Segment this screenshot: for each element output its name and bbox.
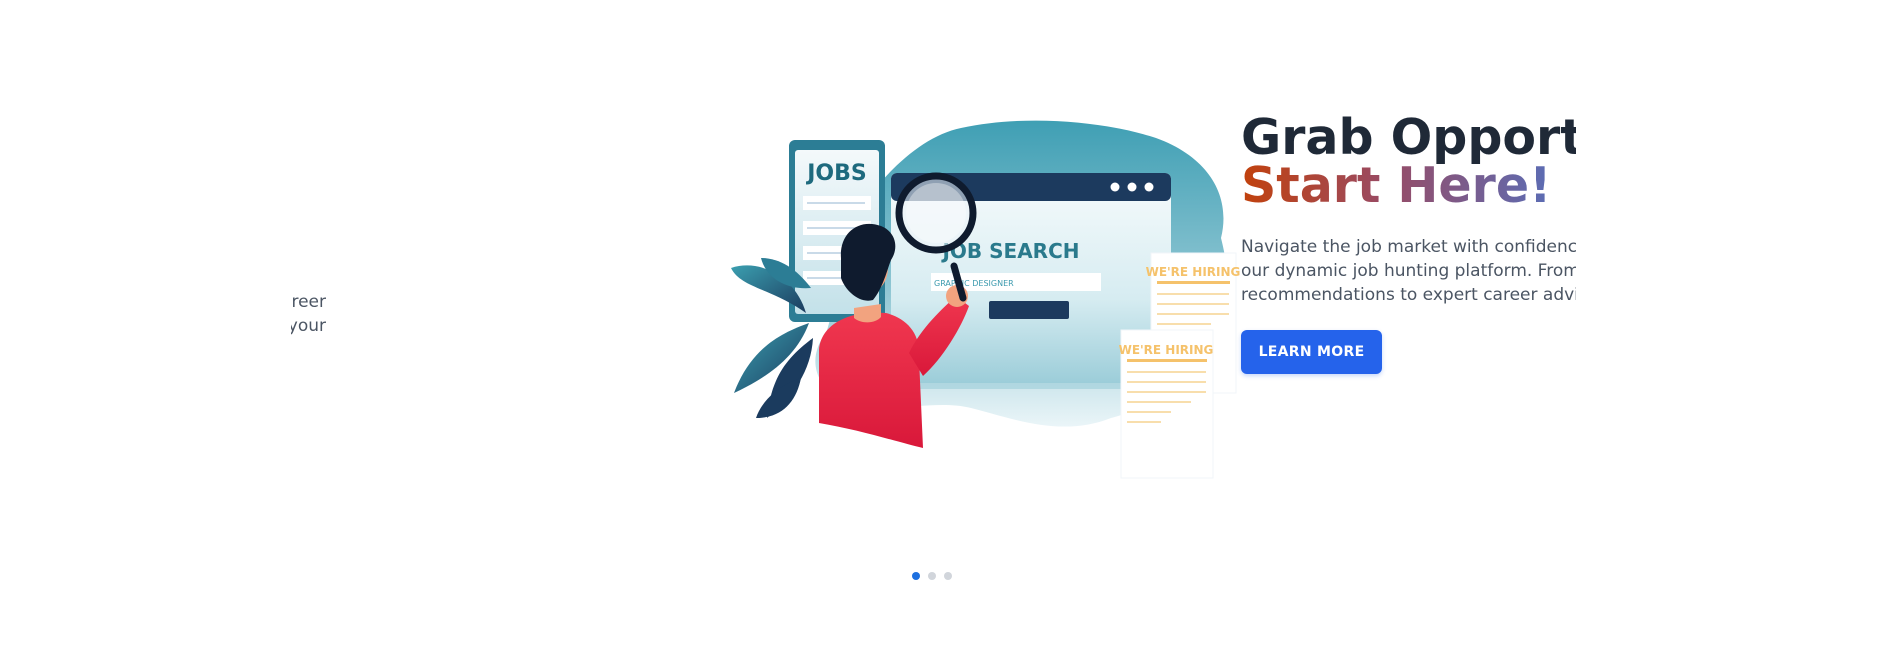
slider-viewport: m our perfect career latform. Start your xyxy=(291,0,1576,656)
hero-description-line: recommendations to expert career advic xyxy=(1241,285,1576,305)
hero-slider: m our perfect career latform. Start your xyxy=(0,0,1882,656)
previous-slide-description-line: latform. Start your xyxy=(291,316,326,336)
pagination-dot-1[interactable] xyxy=(912,572,920,580)
hero-description-line: Navigate the job market with confidence … xyxy=(1241,237,1576,257)
hero-description-line: our dynamic job hunting platform. From p xyxy=(1241,261,1576,281)
previous-slide: m our perfect career latform. Start your xyxy=(291,0,371,656)
svg-text:JOBS: JOBS xyxy=(805,161,867,186)
plant-icon xyxy=(731,258,813,418)
slider-pagination xyxy=(912,572,952,580)
svg-text:WE'RE HIRING: WE'RE HIRING xyxy=(1146,265,1241,279)
current-slide: Grab Opportu Start Here! Navigate the jo… xyxy=(1241,0,1576,656)
svg-text:WE'RE HIRING: WE'RE HIRING xyxy=(1119,343,1214,357)
previous-slide-description: our perfect career latform. Start your xyxy=(291,290,326,338)
hero-description: Navigate the job market with confidence … xyxy=(1241,235,1576,307)
previous-slide-description-line: our perfect career xyxy=(291,292,326,312)
pagination-dot-2[interactable] xyxy=(928,572,936,580)
svg-text:GRAPHIC DESIGNER: GRAPHIC DESIGNER xyxy=(934,279,1014,288)
learn-more-button[interactable]: LEARN MORE xyxy=(1241,330,1382,374)
hiring-poster-front: WE'RE HIRING xyxy=(1119,329,1214,479)
pagination-dot-3[interactable] xyxy=(944,572,952,580)
hero-title-highlight: Start Here! xyxy=(1241,157,1552,214)
